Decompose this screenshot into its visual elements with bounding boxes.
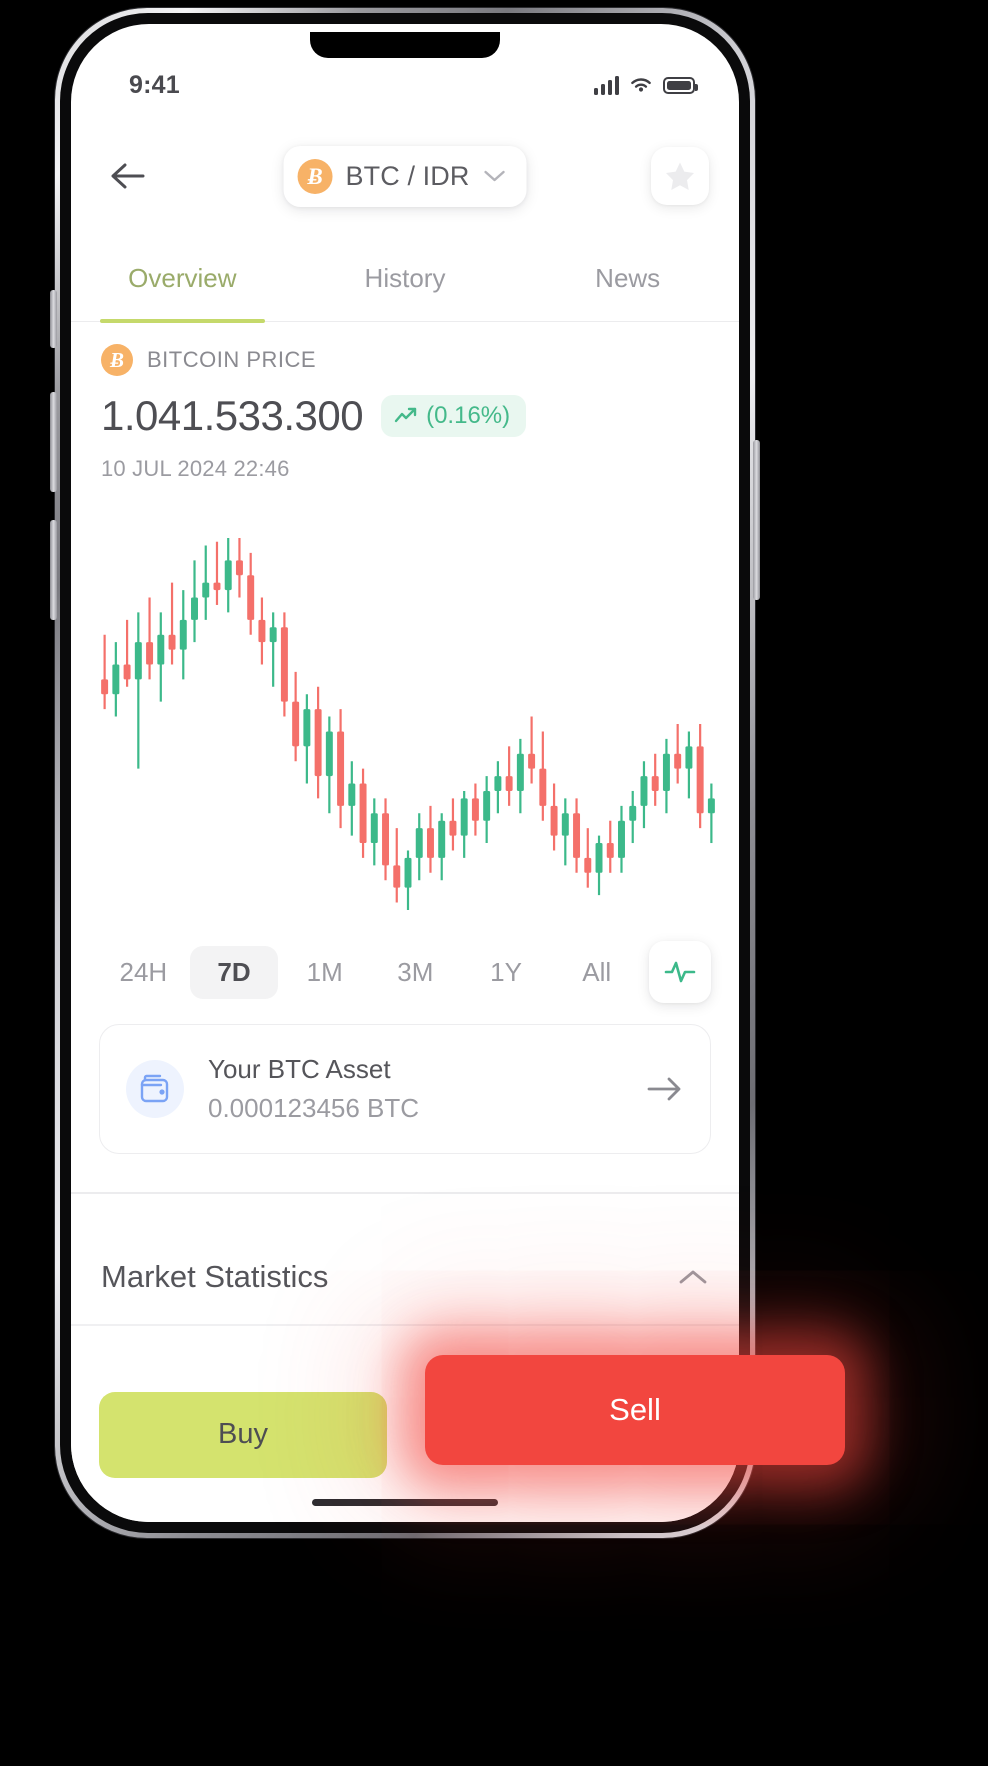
arrow-right-icon <box>647 1077 681 1101</box>
price-value: 1.041.533.300 <box>101 392 364 439</box>
bitcoin-icon: Ƀ <box>297 158 333 194</box>
home-indicator <box>312 1499 498 1506</box>
cellular-signal-icon <box>593 75 619 95</box>
silent-switch[interactable] <box>50 290 57 348</box>
price-row: 1.041.533.300 (0.16%) <box>101 392 709 440</box>
back-button[interactable] <box>101 149 155 203</box>
timeframe-selector: 24H 7D 1M 3M 1Y All <box>71 932 739 1012</box>
price-label: BITCOIN PRICE <box>147 347 317 372</box>
activity-pulse-icon <box>664 961 696 983</box>
asset-texts: Your BTC Asset 0.000123456 BTC <box>208 1054 646 1124</box>
content-tabs: Overview History News <box>71 236 739 323</box>
asset-amount: 0.000123456 BTC <box>208 1093 420 1123</box>
sell-button[interactable]: Sell <box>425 1355 845 1465</box>
price-timestamp: 10 JUL 2024 22:46 <box>101 456 290 481</box>
price-header: Ƀ BITCOIN PRICE <box>101 344 709 376</box>
market-statistics-title: Market Statistics <box>101 1259 329 1294</box>
status-time: 9:41 <box>129 70 180 99</box>
range-3m[interactable]: 3M <box>371 946 460 999</box>
section-divider <box>71 1192 739 1194</box>
wallet-icon-wrap <box>126 1060 184 1118</box>
power-button[interactable] <box>753 440 760 600</box>
range-24h[interactable]: 24H <box>99 946 188 999</box>
battery-icon <box>663 76 698 94</box>
phone-screen: 9:41 Ƀ BTC / IDR Overview History News Ƀ… <box>71 24 739 1522</box>
range-7d[interactable]: 7D <box>189 945 279 999</box>
price-change-badge: (0.16%) <box>381 395 527 437</box>
chevron-up-icon <box>679 1270 707 1284</box>
app-header: Ƀ BTC / IDR <box>71 116 739 236</box>
volume-down-button[interactable] <box>50 520 57 620</box>
trading-pair-label: BTC / IDR <box>345 160 470 191</box>
chart-type-button[interactable] <box>649 941 712 1003</box>
volume-up-button[interactable] <box>50 392 57 492</box>
favorite-button[interactable] <box>651 147 709 205</box>
buy-button[interactable]: Buy <box>99 1391 387 1478</box>
status-icons <box>593 75 698 95</box>
range-all[interactable]: All <box>552 946 641 999</box>
market-statistics-divider <box>71 1324 739 1326</box>
range-1m[interactable]: 1M <box>280 946 369 999</box>
price-change-value: (0.16%) <box>426 402 511 429</box>
trend-up-icon <box>394 407 417 423</box>
wallet-icon <box>140 1074 169 1103</box>
tab-history[interactable]: History <box>294 236 517 321</box>
arrow-left-icon <box>111 163 145 189</box>
tab-overview[interactable]: Overview <box>71 236 294 323</box>
chevron-down-icon <box>484 170 505 182</box>
screenshot-stage: 9:41 Ƀ BTC / IDR Overview History News Ƀ… <box>0 0 988 1766</box>
price-section: Ƀ BITCOIN PRICE 1.041.533.300 (0.16%) 10… <box>71 344 739 482</box>
wifi-icon <box>631 78 651 92</box>
asset-card[interactable]: Your BTC Asset 0.000123456 BTC <box>99 1024 711 1154</box>
candlestick-chart-canvas <box>101 538 715 910</box>
range-1y[interactable]: 1Y <box>462 946 551 999</box>
star-icon <box>666 162 694 190</box>
asset-title: Your BTC Asset <box>208 1054 391 1084</box>
price-chart[interactable] <box>71 524 739 924</box>
notch <box>310 32 500 58</box>
market-statistics-header[interactable]: Market Statistics <box>71 1234 739 1320</box>
trading-pair-selector[interactable]: Ƀ BTC / IDR <box>283 145 527 207</box>
bitcoin-icon: Ƀ <box>101 344 133 376</box>
tab-news[interactable]: News <box>516 236 739 321</box>
